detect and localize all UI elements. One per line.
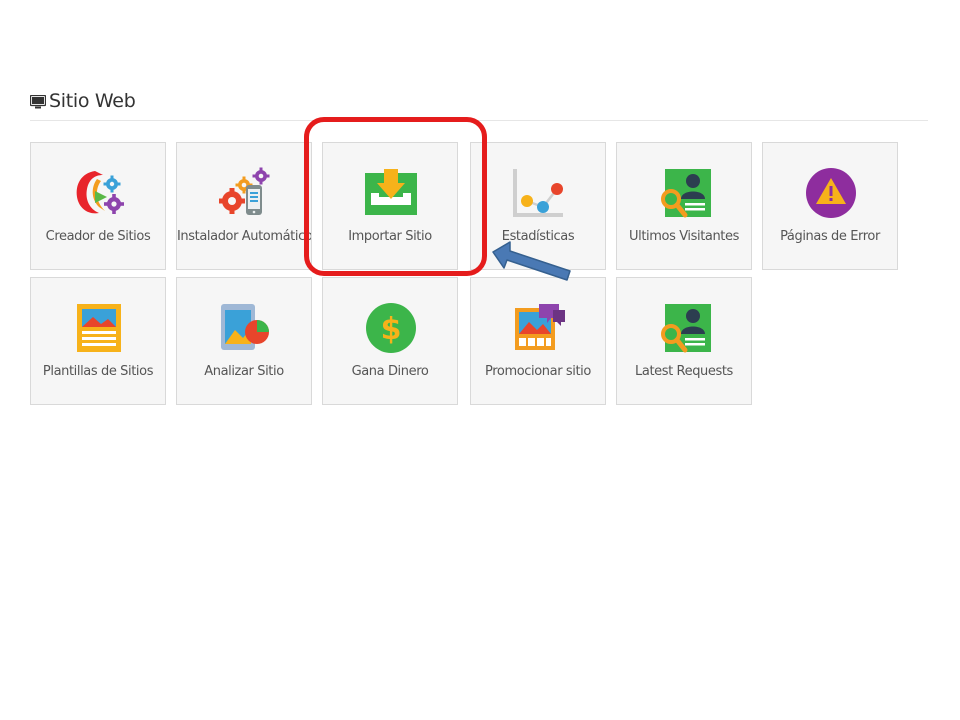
svg-text:$: $ bbox=[381, 312, 402, 347]
tile-label: Instalador Automático bbox=[177, 229, 311, 244]
tile-earn-money[interactable]: $ Gana Dinero bbox=[322, 277, 458, 405]
latest-visitors-icon bbox=[661, 169, 711, 218]
tile-label: Páginas de Error bbox=[780, 229, 880, 244]
site-templates-icon bbox=[77, 304, 121, 352]
earn-money-icon: $ bbox=[366, 303, 416, 353]
tile-promote-site[interactable]: Promocionar sitio bbox=[470, 277, 606, 405]
section-header: Sitio Web bbox=[30, 88, 928, 121]
tile-label: Importar Sitio bbox=[348, 229, 432, 244]
tile-label: Promocionar sitio bbox=[485, 364, 591, 379]
monitor-icon bbox=[30, 95, 46, 109]
latest-requests-icon bbox=[661, 304, 711, 353]
tile-error-pages[interactable]: Páginas de Error bbox=[762, 142, 898, 270]
site-builder-icon bbox=[76, 171, 124, 214]
section-title: Sitio Web bbox=[49, 90, 136, 112]
tile-site-templates[interactable]: Plantillas de Sitios bbox=[30, 277, 166, 405]
tile-label: Analizar Sitio bbox=[204, 364, 284, 379]
tile-import-site[interactable]: Importar Sitio bbox=[322, 142, 458, 270]
tile-label: Creador de Sitios bbox=[45, 229, 151, 244]
tile-analyze-site[interactable]: Analizar Sitio bbox=[176, 277, 312, 405]
tile-site-builder[interactable]: Creador de Sitios bbox=[30, 142, 166, 270]
statistics-icon bbox=[513, 169, 563, 217]
tile-statistics[interactable]: Estadísticas bbox=[470, 142, 606, 270]
import-site-icon bbox=[365, 169, 417, 215]
analyze-site-icon bbox=[221, 304, 269, 350]
tile-latest-visitors[interactable]: Últimos Visitantes bbox=[616, 142, 752, 270]
promote-site-icon bbox=[515, 304, 565, 350]
tile-auto-installer[interactable]: Instalador Automático bbox=[176, 142, 312, 270]
tile-label: Estadísticas bbox=[501, 229, 575, 244]
auto-installer-icon bbox=[219, 167, 270, 215]
tile-label: Plantillas de Sitios bbox=[42, 364, 154, 379]
tile-latest-requests[interactable]: Latest Requests bbox=[616, 277, 752, 405]
tile-label: Gana Dinero bbox=[351, 364, 429, 379]
error-pages-icon bbox=[806, 168, 856, 218]
tile-label: Latest Requests bbox=[635, 364, 733, 379]
tile-label: Últimos Visitantes bbox=[629, 229, 739, 244]
